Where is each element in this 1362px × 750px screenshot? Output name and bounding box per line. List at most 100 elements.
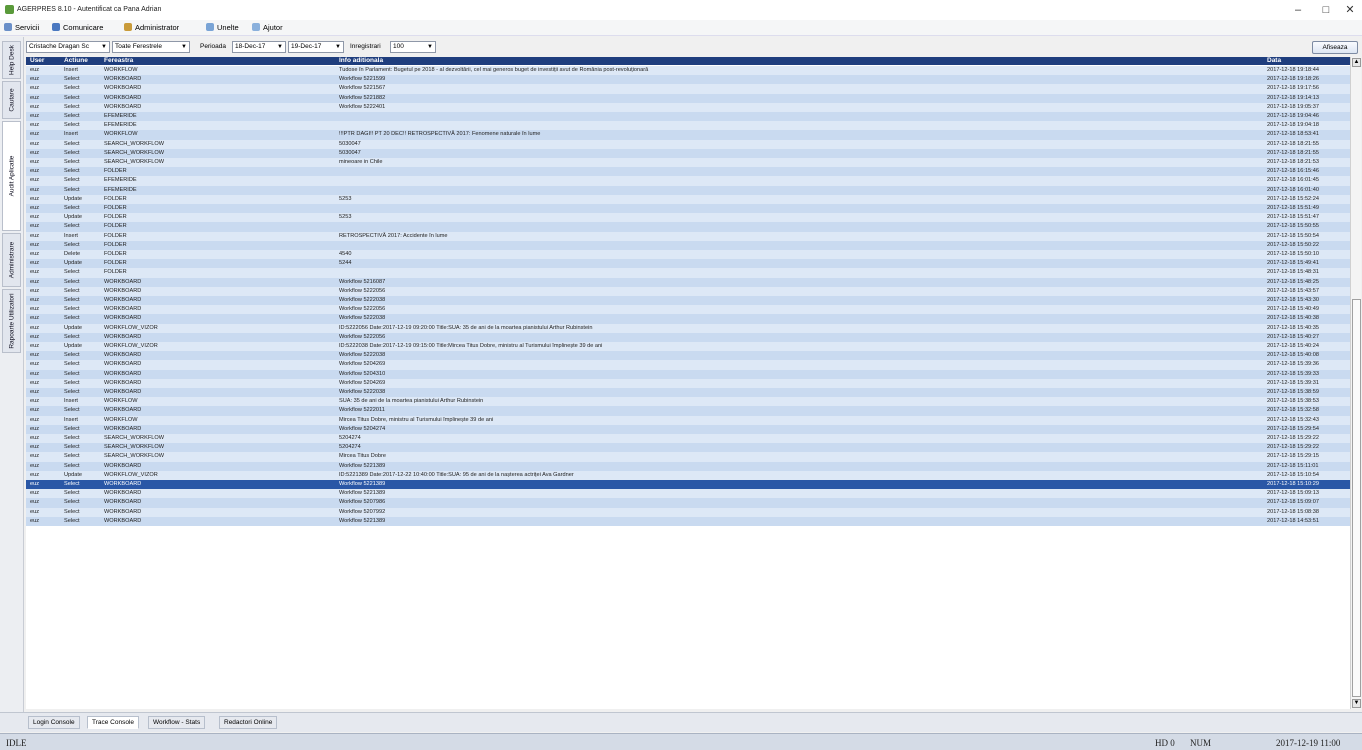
cell-info: 5204274 <box>339 444 361 451</box>
tab-help-desk[interactable]: Help Desk <box>2 41 21 79</box>
cell-data: 2017-12-18 15:50:54 <box>1267 232 1319 239</box>
table-row[interactable]: euz Select SEARCH_WORKFLOW 5030047 2017-12-1… <box>26 148 1350 158</box>
column-header-fereastra[interactable]: Fereastra <box>104 57 133 65</box>
cell-user: euz <box>30 177 40 184</box>
vertical-scrollbar[interactable]: ▲ ▼ <box>1350 57 1361 709</box>
tools-icon <box>206 23 214 31</box>
cell-user: euz <box>30 453 40 460</box>
menu-administrator[interactable]: Administrator <box>124 23 179 32</box>
minimize-button[interactable]: – <box>1284 2 1312 18</box>
cell-fereastra: WORKBOARD <box>104 425 142 432</box>
cell-info: Workflow 5221882 <box>339 94 386 101</box>
cell-info: 5253 <box>339 214 352 221</box>
table-row[interactable]: euz Select WORKBOARD Workflow 5221389 2017-1… <box>26 480 1350 490</box>
cell-actiune: Select <box>64 379 80 386</box>
table-row[interactable]: euz Select SEARCH_WORKFLOW Mircea Titus Dob… <box>26 452 1350 462</box>
cell-actiune: Select <box>64 517 80 524</box>
table-row[interactable]: euz Select FOLDER 2017-12-18 15:48:31 <box>26 268 1350 278</box>
table-row[interactable]: euz Select WORKBOARD Workflow 5207992 2017-1… <box>26 507 1350 517</box>
afiseaza-button[interactable]: Afiseaza <box>1312 41 1358 54</box>
table-row[interactable]: euz Select SEARCH_WORKFLOW mineoare in Chil… <box>26 158 1350 168</box>
table-row[interactable]: euz Select EFEMERIDE 2017-12-18 16:01:45 <box>26 176 1350 186</box>
scroll-down-icon[interactable]: ▼ <box>1352 699 1361 708</box>
column-header-data[interactable]: Data <box>1267 57 1281 65</box>
table-row[interactable]: euz Select WORKBOARD Workflow 5222056 2017-1… <box>26 332 1350 342</box>
column-header-user[interactable]: User <box>30 57 44 65</box>
table-row[interactable]: euz Select SEARCH_WORKFLOW 5204274 2017-12-1… <box>26 443 1350 453</box>
table-row[interactable]: euz Select EFEMERIDE 2017-12-18 19:04:46 <box>26 112 1350 122</box>
tab-workflow-stats[interactable]: Workflow - Stats <box>148 716 206 729</box>
cell-data: 2017-12-18 15:32:58 <box>1267 407 1319 414</box>
table-row[interactable]: euz Select WORKBOARD Workflow 5221567 2017-1… <box>26 84 1350 94</box>
menu-comunicare[interactable]: Comunicare <box>52 23 103 32</box>
cell-user: euz <box>30 444 40 451</box>
cell-info: Workflow 5207986 <box>339 499 386 506</box>
column-header-actiune[interactable]: Actiune <box>64 57 88 65</box>
table-row[interactable]: euz Select WORKBOARD Workflow 5222038 2017-1… <box>26 314 1350 324</box>
table-row[interactable]: euz Select WORKBOARD Workflow 5207986 2017-1… <box>26 498 1350 508</box>
table-row[interactable]: euz Insert FOLDER RETROSPECTIVĂ 2017: Accid… <box>26 231 1350 241</box>
tab-trace-console[interactable]: Trace Console <box>87 716 140 729</box>
tab-cautare[interactable]: Cautare <box>2 81 21 119</box>
table-row[interactable]: euz Select EFEMERIDE 2017-12-18 19:04:18 <box>26 121 1350 131</box>
records-select[interactable]: 100 ▼ <box>390 41 436 53</box>
close-button[interactable]: ✕ <box>1336 2 1362 18</box>
table-row[interactable]: euz Select WORKBOARD Workflow 5221389 2017-1… <box>26 461 1350 471</box>
table-row[interactable]: euz Select WORKBOARD Workflow 5221599 2017-1… <box>26 75 1350 85</box>
table-row[interactable]: euz Select WORKBOARD Workflow 5222038 2017-1… <box>26 351 1350 361</box>
table-row[interactable]: euz Select WORKBOARD Workflow 5221389 2017-1… <box>26 516 1350 526</box>
column-header-info[interactable]: Info aditionala <box>339 57 383 65</box>
table-row[interactable]: euz Select SEARCH_WORKFLOW 5030047 2017-12-1… <box>26 139 1350 149</box>
table-row[interactable]: euz Select WORKBOARD Workflow 5204269 2017-1… <box>26 360 1350 370</box>
table-row[interactable]: euz Insert WORKFLOW !!!PTR DAGI!! PT 20 DEC… <box>26 130 1350 140</box>
table-row[interactable]: euz Update FOLDER 5253 2017-12-18 15:52:24 <box>26 194 1350 204</box>
user-select[interactable]: Cristache Dragan Sc ▼ <box>26 41 110 53</box>
table-row[interactable]: euz Select WORKBOARD Workflow 5204310 2017-1… <box>26 369 1350 379</box>
table-row[interactable]: euz Select WORKBOARD Workflow 5222401 2017-1… <box>26 102 1350 112</box>
menu-ajutor[interactable]: Ajutor <box>252 23 283 32</box>
table-row[interactable]: euz Update WORKFLOW_VIZOR ID:5222038 Date:2… <box>26 342 1350 352</box>
table-row[interactable]: euz Delete FOLDER 4540 2017-12-18 15:50:10 <box>26 250 1350 260</box>
table-row[interactable]: euz Select FOLDER 2017-12-18 16:15:46 <box>26 167 1350 177</box>
table-row[interactable]: euz Insert WORKFLOW SUA: 35 de ani de la mo… <box>26 397 1350 407</box>
table-row[interactable]: euz Select WORKBOARD Workflow 5216087 2017-1… <box>26 277 1350 287</box>
table-row[interactable]: euz Select FOLDER 2017-12-18 15:51:49 <box>26 204 1350 214</box>
table-row[interactable]: euz Insert WORKFLOW Mircea Titus Dobre, min… <box>26 415 1350 425</box>
table-row[interactable]: euz Select WORKBOARD Workflow 5222056 2017-1… <box>26 286 1350 296</box>
window-title: AGERPRES 8.10 - Autentificat ca Pana Adr… <box>17 6 162 13</box>
date-from-picker[interactable]: 18-Dec-17 ▼ <box>232 41 286 53</box>
scroll-thumb[interactable] <box>1352 299 1361 697</box>
menu-servicii[interactable]: Servicii <box>4 23 39 32</box>
table-row[interactable]: euz Select FOLDER 2017-12-18 15:50:22 <box>26 240 1350 250</box>
table-row[interactable]: euz Select WORKBOARD Workflow 5222011 2017-1… <box>26 406 1350 416</box>
table-row[interactable]: euz Select WORKBOARD Workflow 5204269 2017-1… <box>26 378 1350 388</box>
table-row[interactable]: euz Select EFEMERIDE 2017-12-18 16:01:40 <box>26 185 1350 195</box>
table-row[interactable]: euz Select FOLDER 2017-12-18 15:50:55 <box>26 222 1350 232</box>
scroll-up-icon[interactable]: ▲ <box>1352 58 1361 67</box>
menu-unelte[interactable]: Unelte <box>206 23 239 32</box>
table-row[interactable]: euz Update FOLDER 5253 2017-12-18 15:51:47 <box>26 213 1350 223</box>
table-row[interactable]: euz Select WORKBOARD Workflow 5222056 2017-1… <box>26 305 1350 315</box>
table-row[interactable]: euz Select WORKBOARD Workflow 5204274 2017-1… <box>26 424 1350 434</box>
tab-login-console[interactable]: Login Console <box>28 716 80 729</box>
tab-audit-aplicatie[interactable]: Audit Aplicatie <box>2 121 21 231</box>
date-to-picker[interactable]: 19-Dec-17 ▼ <box>288 41 344 53</box>
table-row[interactable]: euz Select WORKBOARD Workflow 5221882 2017-1… <box>26 93 1350 103</box>
tab-redactori-online[interactable]: Redactori Online <box>219 716 278 729</box>
window-select[interactable]: Toate Ferestrele ▼ <box>112 41 190 53</box>
table-row[interactable]: euz Select SEARCH_WORKFLOW 5204274 2017-12-1… <box>26 434 1350 444</box>
cell-info: Workflow 5204269 <box>339 361 386 368</box>
cell-data: 2017-12-18 19:18:26 <box>1267 76 1319 83</box>
table-row[interactable]: euz Select WORKBOARD Workflow 5222038 2017-1… <box>26 388 1350 398</box>
tab-administrare[interactable]: Administrare <box>2 233 21 287</box>
table-row[interactable]: euz Update FOLDER 5244 2017-12-18 15:49:41 <box>26 259 1350 269</box>
table-row[interactable]: euz Select WORKBOARD Workflow 5221389 2017-1… <box>26 489 1350 499</box>
table-row[interactable]: euz Update WORKFLOW_VIZOR ID:5221389 Date:2… <box>26 470 1350 480</box>
tab-rapoarte-utilizatori[interactable]: Rapoarte Utilizatori <box>2 289 21 353</box>
cell-user: euz <box>30 260 40 267</box>
table-row[interactable]: euz Insert WORKFLOW Tudose în Parlament: Bu… <box>26 66 1350 76</box>
table-row[interactable]: euz Update WORKFLOW_VIZOR ID:5222056 Date:2… <box>26 323 1350 333</box>
cell-fereastra: WORKBOARD <box>104 333 142 340</box>
table-row[interactable]: euz Select WORKBOARD Workflow 5222038 2017-1… <box>26 296 1350 306</box>
cell-fereastra: SEARCH_WORKFLOW <box>104 435 164 441</box>
